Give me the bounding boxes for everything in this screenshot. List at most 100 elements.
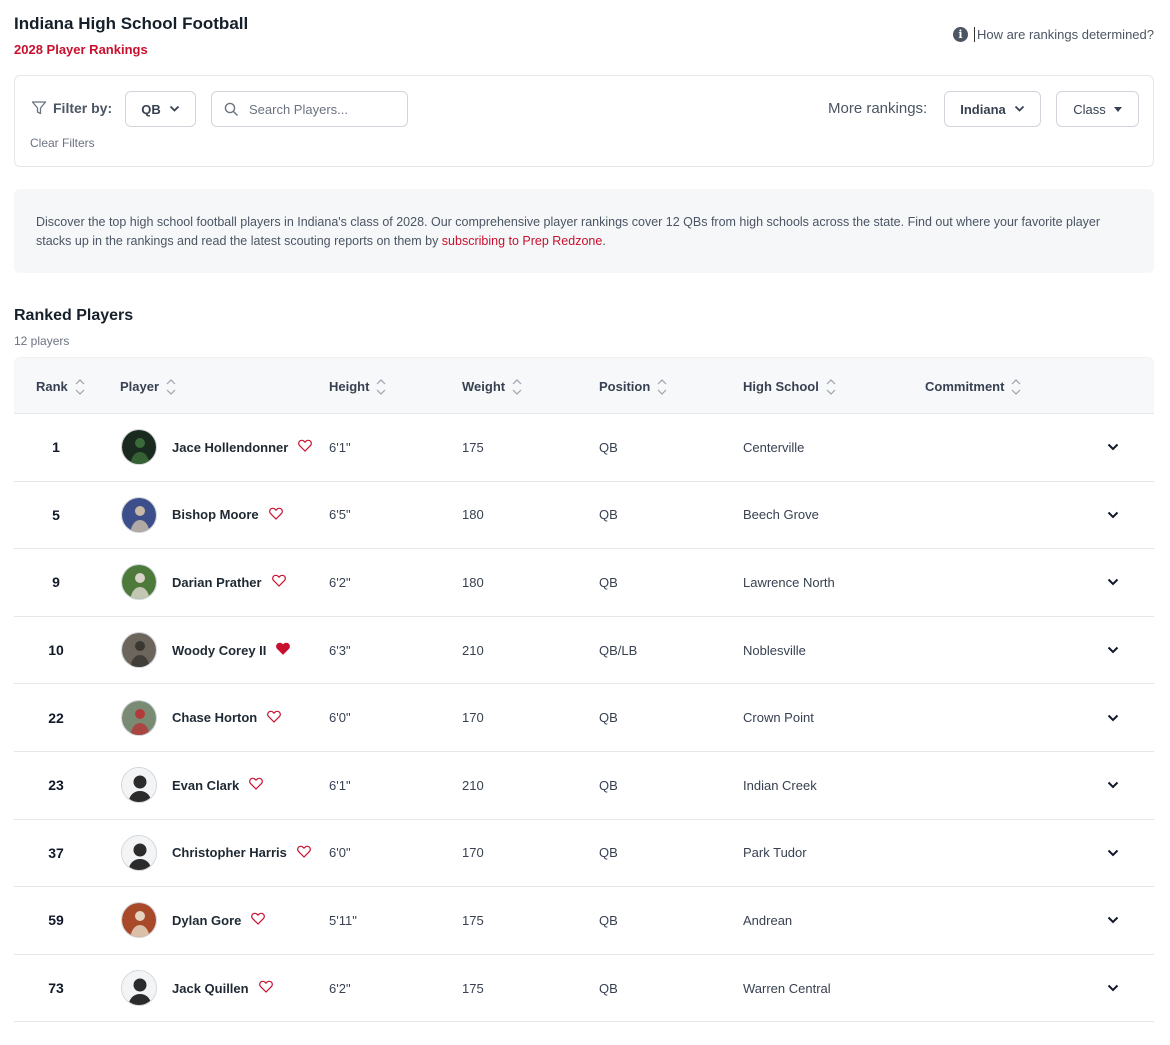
search-input[interactable] [249, 101, 389, 117]
player-cell[interactable]: Woody Corey II [121, 617, 291, 684]
filter-by: Filter by: [31, 100, 112, 116]
chevron-down-icon [1107, 782, 1119, 789]
expand-row-button[interactable] [1107, 617, 1119, 684]
avatar [121, 767, 157, 804]
position-cell: QB/LB [599, 642, 638, 658]
expand-row-button[interactable] [1107, 414, 1119, 481]
position-cell: QB [599, 912, 618, 928]
player-cell[interactable]: Dylan Gore [121, 887, 266, 954]
expand-row-button[interactable] [1107, 752, 1119, 819]
class-select-value: Class [1073, 101, 1106, 117]
column-rank[interactable]: Rank [36, 358, 86, 415]
chevron-down-icon [1107, 984, 1119, 992]
table-header: Rank Player Height Weight Position High … [14, 357, 1154, 414]
heart-filled-icon[interactable] [276, 642, 291, 658]
column-position[interactable]: Position [599, 358, 668, 415]
player-cell[interactable]: Jace Hollendonner [121, 414, 313, 481]
column-high-school[interactable]: High School [743, 358, 837, 415]
column-label: Player [120, 379, 160, 394]
class-select[interactable]: Class [1056, 91, 1139, 127]
expand-row-button[interactable] [1107, 549, 1119, 616]
player-cell[interactable]: Darian Prather [121, 549, 286, 616]
table-row[interactable]: 10 Woody Corey II 6'3" 210 QB/LB Noblesville [14, 617, 1154, 685]
table-row[interactable]: 9 Darian Prather 6'2" 180 QB Lawrence North [14, 549, 1154, 617]
column-weight[interactable]: Weight [462, 358, 523, 415]
heart-outline-icon[interactable] [258, 980, 273, 996]
weight-cell: 180 [462, 507, 484, 523]
rank-cell: 59 [48, 912, 64, 929]
filter-by-label: Filter by: [53, 100, 113, 116]
table-row[interactable]: 37 Christopher Harris 6'0" 170 QB Park Tudor [14, 820, 1154, 888]
heart-outline-icon[interactable] [271, 574, 286, 590]
school-cell: Noblesville [743, 642, 806, 658]
heart-outline-icon[interactable] [296, 845, 311, 861]
rank-cell: 73 [48, 980, 64, 997]
height-cell: 6'5" [329, 507, 351, 523]
sort-icon [74, 377, 86, 397]
chevron-down-icon [1107, 714, 1119, 722]
player-cell[interactable]: Chase Horton [121, 684, 282, 751]
position-select[interactable]: QB [125, 91, 196, 127]
player-name[interactable]: Evan Clark [172, 778, 239, 793]
table-row[interactable]: 23 Evan Clark 6'1" 210 QB Indian Creek [14, 752, 1154, 820]
rank-cell: 37 [48, 844, 64, 861]
table-row[interactable]: 59 Dylan Gore 5'11" 175 QB Andrean [14, 887, 1154, 955]
expand-row-button[interactable] [1107, 887, 1119, 954]
height-cell: 6'1" [329, 777, 351, 793]
avatar [121, 699, 157, 736]
filter-panel: Filter by: QB Clear Filters More ranking… [14, 75, 1154, 167]
school-cell: Indian Creek [743, 777, 817, 793]
how-rankings-link[interactable]: i How are rankings determined? [952, 27, 1154, 42]
sort-icon [825, 377, 837, 397]
column-height[interactable]: Height [329, 358, 387, 415]
how-rankings-label: How are rankings determined? [976, 27, 1154, 42]
avatar [121, 564, 157, 601]
table-row[interactable]: 1 Jace Hollendonner 6'1" 175 QB Centerville [14, 414, 1154, 482]
subscribe-link[interactable]: subscribing to Prep Redzone [442, 234, 603, 248]
heart-outline-icon[interactable] [268, 507, 283, 523]
heart-outline-icon[interactable] [298, 439, 313, 455]
avatar [121, 834, 157, 871]
heart-outline-icon[interactable] [267, 710, 282, 726]
weight-cell: 175 [462, 980, 484, 996]
state-select-value: Indiana [960, 101, 1006, 117]
column-player[interactable]: Player [120, 358, 177, 415]
player-cell[interactable]: Bishop Moore [121, 482, 283, 549]
expand-row-button[interactable] [1107, 482, 1119, 549]
player-cell[interactable]: Jack Quillen [121, 955, 273, 1022]
table-row[interactable]: 22 Chase Horton 6'0" 170 QB Crown Point [14, 684, 1154, 752]
rank-cell: 9 [52, 574, 60, 591]
player-cell[interactable]: Christopher Harris [121, 820, 311, 887]
player-name[interactable]: Jack Quillen [172, 981, 249, 996]
expand-row-button[interactable] [1107, 955, 1119, 1022]
heart-outline-icon[interactable] [249, 777, 264, 793]
chevron-down-icon [1107, 917, 1119, 924]
sort-icon [165, 377, 177, 397]
player-name[interactable]: Dylan Gore [172, 913, 241, 928]
position-cell: QB [599, 777, 618, 793]
sort-icon [656, 377, 668, 397]
table-row[interactable]: 73 Jack Quillen 6'2" 175 QB Warren Central [14, 955, 1154, 1023]
search-icon [224, 102, 238, 116]
weight-cell: 210 [462, 642, 484, 658]
chevron-down-icon [1107, 646, 1119, 654]
rank-cell: 1 [52, 439, 60, 456]
player-cell[interactable]: Evan Clark [121, 752, 264, 819]
player-name[interactable]: Bishop Moore [172, 507, 259, 522]
player-name[interactable]: Darian Prather [172, 575, 262, 590]
avatar [121, 632, 157, 669]
player-name[interactable]: Jace Hollendonner [172, 440, 288, 455]
position-cell: QB [599, 574, 618, 590]
expand-row-button[interactable] [1107, 684, 1119, 751]
table-row[interactable]: 5 Bishop Moore 6'5" 180 QB Beech Grove [14, 482, 1154, 550]
column-commitment[interactable]: Commitment [925, 358, 1022, 415]
heart-outline-icon[interactable] [251, 912, 266, 928]
clear-filters-link[interactable]: Clear Filters [30, 136, 95, 150]
player-name[interactable]: Chase Horton [172, 710, 257, 725]
intro-end: . [602, 234, 606, 248]
expand-row-button[interactable] [1107, 820, 1119, 887]
state-select[interactable]: Indiana [944, 91, 1041, 127]
player-name[interactable]: Woody Corey II [172, 643, 266, 658]
height-cell: 6'2" [329, 980, 351, 996]
player-name[interactable]: Christopher Harris [172, 845, 287, 860]
